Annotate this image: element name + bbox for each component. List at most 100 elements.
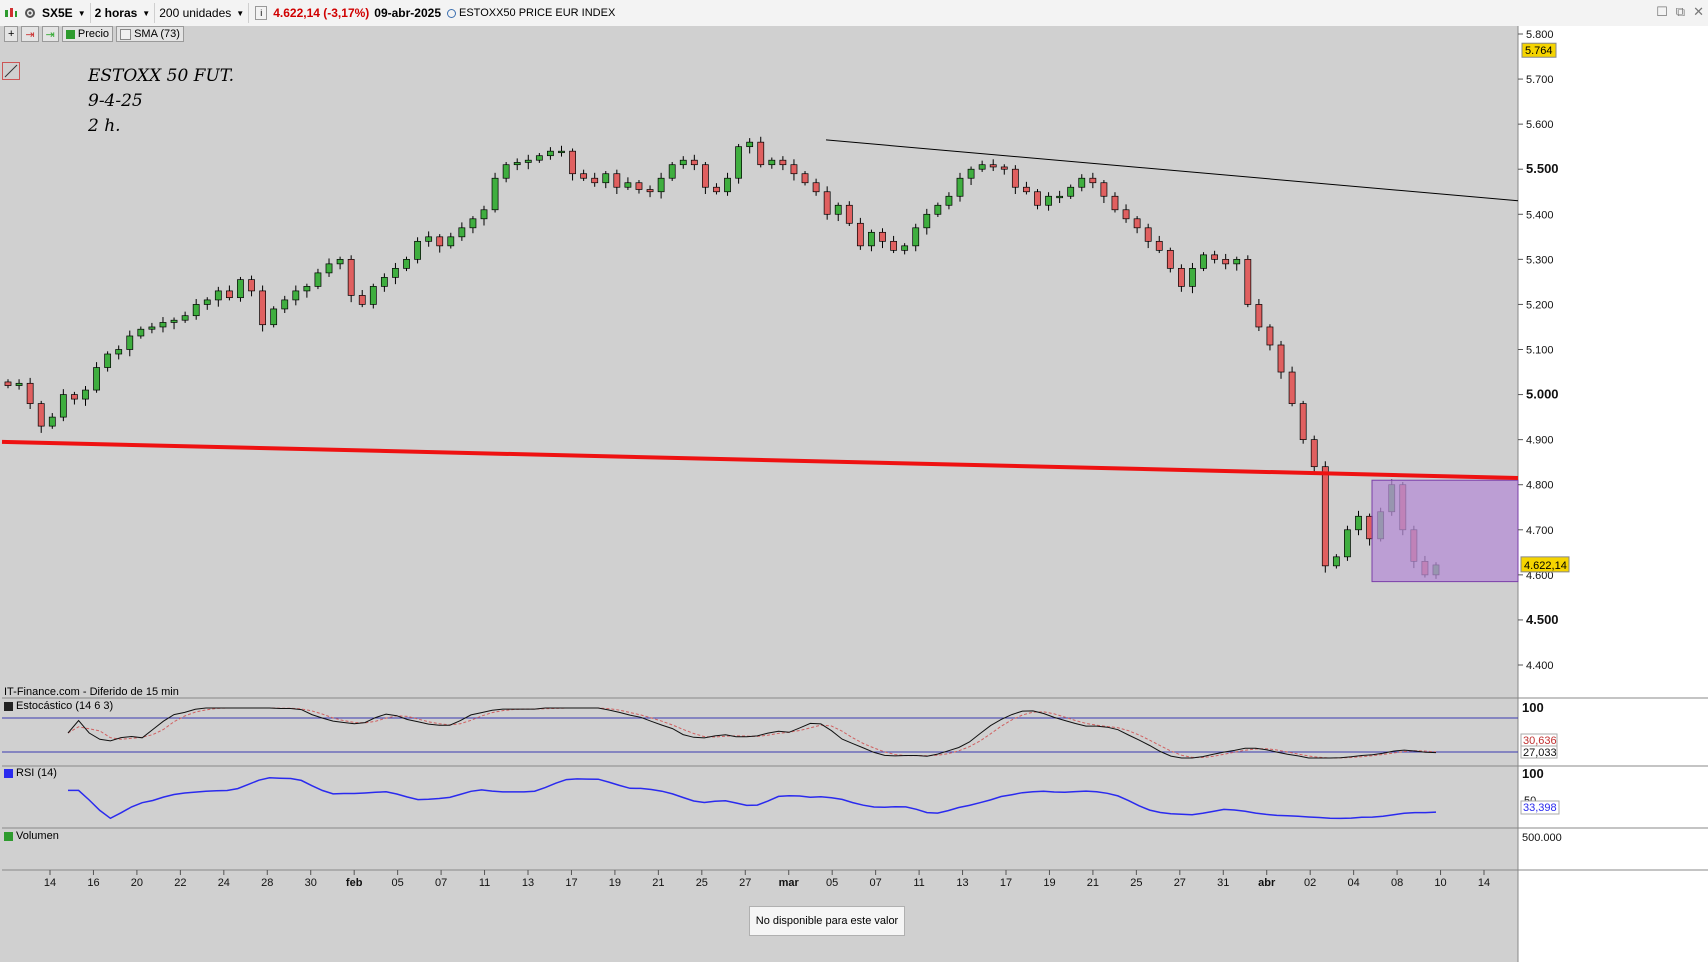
annotation-line-2: 9-4-25 xyxy=(88,91,143,111)
candle-body xyxy=(812,182,820,193)
candle-body xyxy=(259,290,266,326)
quote-date: 09-abr-2025 xyxy=(374,6,441,20)
rsi-top-label: 100 xyxy=(1522,766,1544,781)
candle-body xyxy=(1222,259,1230,265)
candle-body xyxy=(1344,529,1351,558)
candle-body xyxy=(613,173,621,188)
minimize-icon[interactable]: ☐ xyxy=(1656,4,1668,20)
candle-body xyxy=(1266,326,1274,346)
x-tick-label: 05 xyxy=(392,877,404,889)
candle-body xyxy=(989,164,997,168)
candle-body xyxy=(1200,254,1207,269)
chart-type-icon[interactable] xyxy=(3,5,19,21)
index-name: ESTOXX50 PRICE EUR INDEX xyxy=(459,7,616,19)
y-tick-label: 4.900 xyxy=(1526,435,1554,447)
candle-body xyxy=(48,416,56,427)
x-tick-label: 21 xyxy=(1087,877,1099,889)
window-controls: ☐ ⧉ ✕ xyxy=(1656,4,1704,20)
candle-body xyxy=(1310,439,1318,468)
candle-body xyxy=(1255,304,1263,328)
legend-price[interactable]: Precio xyxy=(61,26,114,42)
y-tick-label: 5.000 xyxy=(1526,387,1559,402)
settings-icon[interactable] xyxy=(22,5,38,21)
status-dot-icon xyxy=(447,8,456,18)
candle-body xyxy=(1178,268,1185,287)
candle-body xyxy=(303,286,311,292)
stochastic-legend[interactable]: Estocástico (14 6 3) xyxy=(4,698,113,714)
candle-body xyxy=(392,268,399,278)
candle-body xyxy=(226,290,233,299)
candle-body xyxy=(1122,209,1130,220)
x-tick-label: 19 xyxy=(609,877,621,889)
x-tick-label: 27 xyxy=(739,877,751,889)
compare-button[interactable]: ⇥ xyxy=(41,26,59,42)
candle-body xyxy=(181,315,189,321)
x-tick-label: 19 xyxy=(1043,877,1055,889)
x-tick-label: feb xyxy=(346,877,363,889)
x-tick-label: 14 xyxy=(1478,877,1490,889)
candle-body xyxy=(768,159,776,166)
info-icon[interactable]: i xyxy=(255,6,268,20)
symbol-selector[interactable]: SX5E ▼ xyxy=(38,3,91,23)
stochastic-swatch-icon xyxy=(4,701,13,711)
chart-area: 5.800 5.700 5.600 5.500 5.400 5.300 5.200 5.100… xyxy=(0,26,1708,962)
price-change: 4.622,14 (-3,17%) xyxy=(273,6,370,20)
candle-body xyxy=(1288,371,1296,404)
chevron-down-icon: ▼ xyxy=(77,8,86,18)
maximize-icon[interactable]: ⧉ xyxy=(1676,4,1685,20)
volume-label: Volumen xyxy=(16,830,59,842)
candle-body xyxy=(369,286,377,305)
candle-body xyxy=(823,191,831,215)
y-tick-label: 4.700 xyxy=(1526,525,1554,537)
candle-body xyxy=(347,259,355,296)
close-icon[interactable]: ✕ xyxy=(1693,4,1704,20)
x-tick-label: 11 xyxy=(913,877,924,889)
x-tick-label: 24 xyxy=(218,877,230,889)
candle-body xyxy=(757,141,765,166)
candle-body xyxy=(790,164,798,175)
candle-body xyxy=(845,204,853,224)
x-tick-label: 30 xyxy=(305,877,317,889)
candle-body xyxy=(82,389,89,400)
candle-body xyxy=(237,279,244,299)
annotation-line-3: 2 h. xyxy=(88,116,121,136)
candle-body xyxy=(148,326,156,330)
candle-body xyxy=(1056,195,1064,199)
timeframe-label: 2 horas xyxy=(94,6,138,20)
candle-body xyxy=(535,155,543,161)
candle-body xyxy=(1000,166,1008,170)
candle-body xyxy=(15,382,23,386)
units-selector[interactable]: 200 unidades ▼ xyxy=(155,3,250,23)
candle-body xyxy=(358,295,366,305)
candle-body xyxy=(735,146,742,179)
rsi-legend[interactable]: RSI (14) xyxy=(4,765,57,781)
line-tool-icon[interactable] xyxy=(2,62,20,80)
volume-legend[interactable]: Volumen xyxy=(4,828,59,844)
drawing-tools-button[interactable]: ⇥ xyxy=(21,26,39,42)
source-note: IT-Finance.com - Diferido de 15 min xyxy=(4,686,179,698)
x-tick-label: 31 xyxy=(1217,877,1229,889)
add-indicator-button[interactable]: + xyxy=(4,26,19,42)
sma-swatch-icon xyxy=(120,28,132,40)
x-tick-label: 13 xyxy=(956,877,968,889)
x-tick-label: 02 xyxy=(1304,877,1316,889)
price-swatch-icon xyxy=(65,29,75,39)
candle-body xyxy=(580,173,588,179)
candle-body xyxy=(1244,259,1252,305)
candle-body xyxy=(624,182,632,188)
x-tick-label: 25 xyxy=(1130,877,1142,889)
timeframe-selector[interactable]: 2 horas ▼ xyxy=(91,3,156,23)
candle-body xyxy=(1299,403,1307,440)
candle-body xyxy=(159,322,167,328)
candle-body xyxy=(1332,556,1340,567)
annotation-line-1: ESTOXX 50 FUT. xyxy=(88,66,235,86)
candle-body xyxy=(1045,195,1052,206)
x-tick-label: 04 xyxy=(1348,877,1360,889)
units-label: 200 unidades xyxy=(159,6,232,20)
x-tick-label: 16 xyxy=(87,877,99,889)
chart-annotation: ESTOXX 50 FUT. 9-4-25 2 h. xyxy=(88,64,234,139)
candle-body xyxy=(1034,191,1041,206)
x-tick-label: mar xyxy=(779,877,800,889)
legend-sma[interactable]: SMA (73) xyxy=(116,26,184,42)
chart-canvas: 5.800 5.700 5.600 5.500 5.400 5.300 5.200 5.100… xyxy=(1,26,1708,962)
